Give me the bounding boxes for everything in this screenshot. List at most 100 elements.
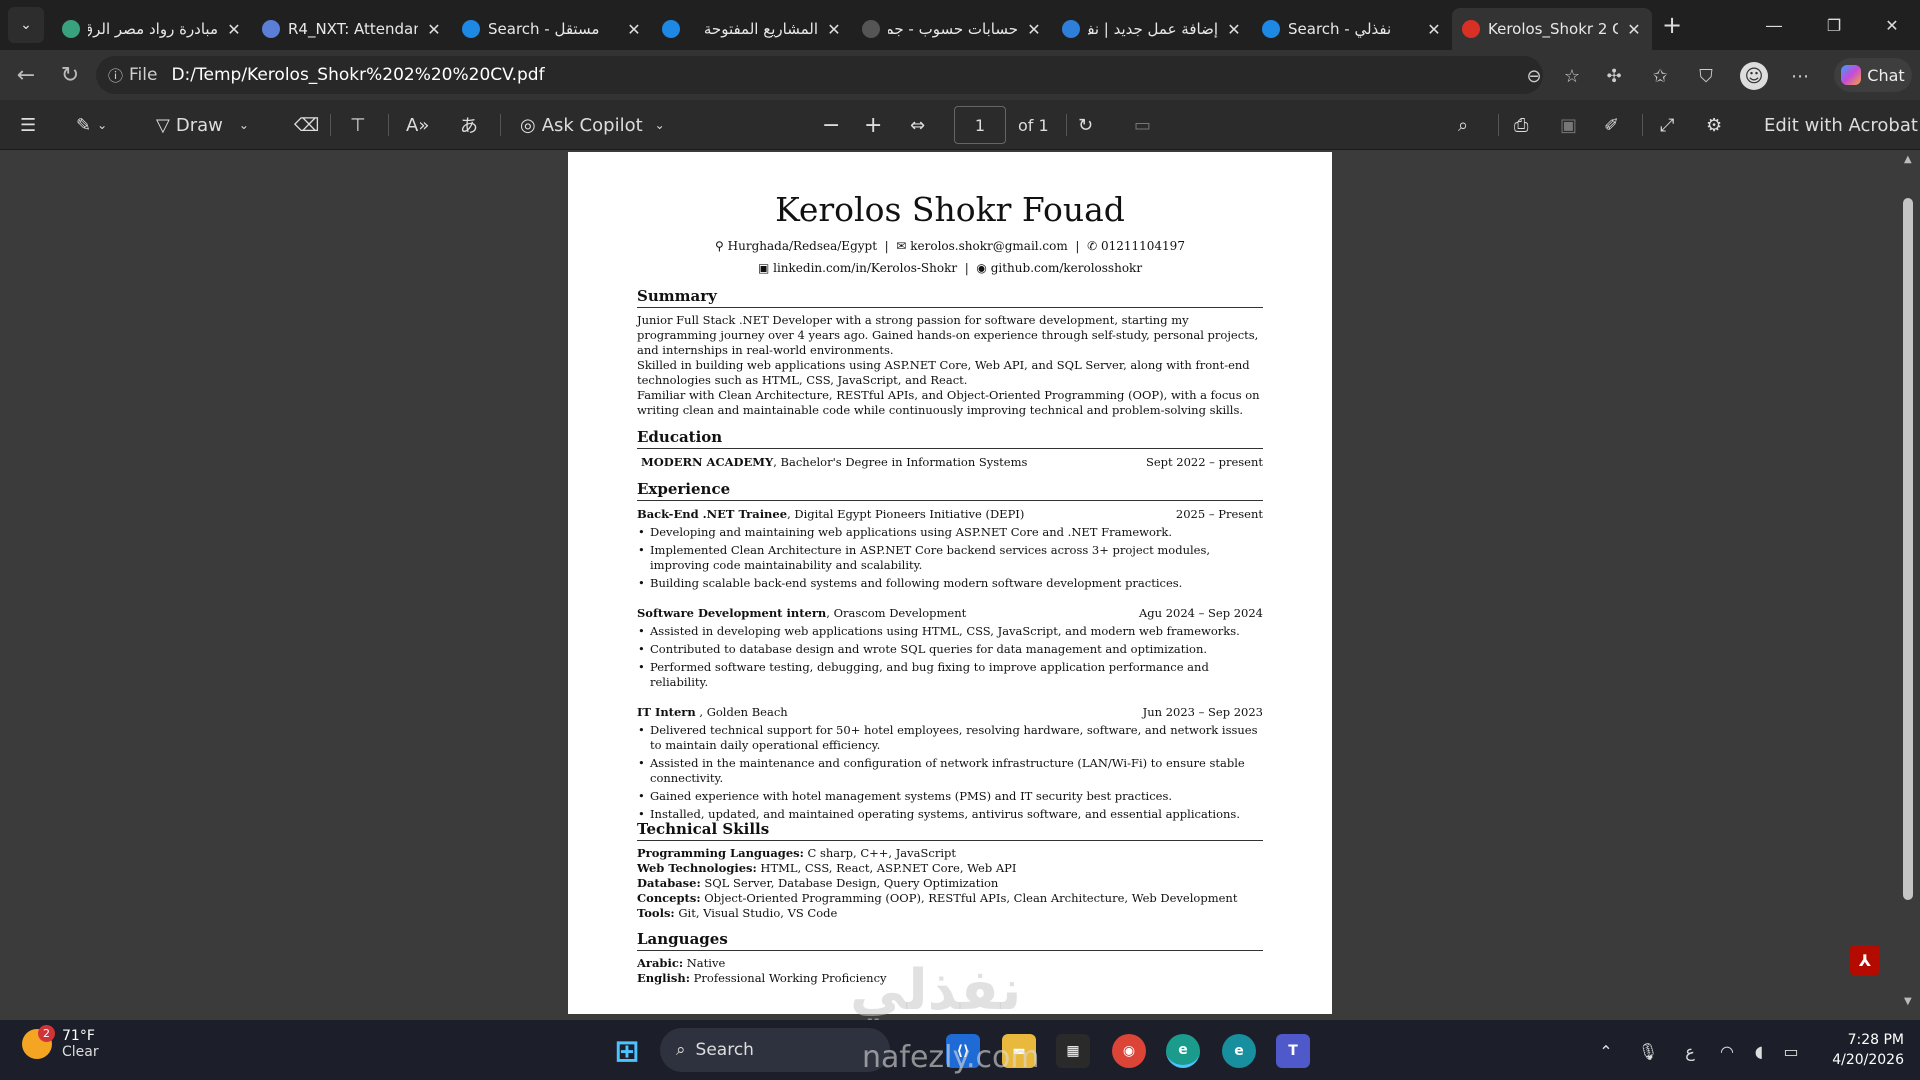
battery-icon[interactable]: ▭ [1774, 1042, 1808, 1061]
save-icon: ▣ [1560, 114, 1578, 136]
minimize-button[interactable]: ― [1744, 0, 1804, 50]
rotate-icon[interactable]: ↻ [1078, 110, 1093, 140]
contact-line-2: ▣ linkedin.com/in/Kerolos-Shokr | ◉ gith… [757, 261, 1143, 275]
ask-copilot-button[interactable]: ◎ Ask Copilot ⌄ [520, 110, 665, 140]
new-tab-button[interactable]: + [1652, 11, 1692, 39]
location-icon: ⚲ [715, 239, 724, 253]
chevron-down-icon[interactable]: ⌄ [239, 118, 249, 132]
watermark-latin: nafezly.com [862, 1040, 1040, 1075]
tab-5[interactable]: حسابات حسوب - جم ✕ [852, 8, 1052, 50]
chevron-down-icon[interactable]: ⌄ [655, 118, 665, 132]
tab-1[interactable]: مبادرة رواد مصر الرق ✕ [52, 8, 252, 50]
page-number-input[interactable]: 1 [954, 106, 1006, 144]
favorite-star-icon[interactable]: ☆ [1558, 62, 1586, 90]
tab-8[interactable]: Kerolos_Shokr 2 CV ✕ [1452, 8, 1652, 50]
job-org: , Digital Egypt Pioneers Initiative (DEP… [787, 507, 1025, 521]
refresh-button[interactable]: ↻ [48, 63, 92, 88]
favorites-icon[interactable]: ✩ [1646, 62, 1674, 90]
chrome-icon[interactable]: ◉ [1112, 1034, 1146, 1068]
tab-3[interactable]: Search - مستقل ✕ [452, 8, 652, 50]
show-hidden-icons-icon[interactable]: ⌃ [1586, 1042, 1626, 1061]
maximize-button[interactable]: ❐ [1804, 0, 1864, 50]
read-aloud-icon[interactable]: A» [406, 110, 429, 140]
microsoft-store-icon[interactable]: ▦ [1056, 1034, 1090, 1068]
email-icon: ✉ [896, 239, 907, 253]
extensions-icon[interactable]: ✣ [1600, 62, 1628, 90]
github-link[interactable]: github.com/kerolosshokr [991, 261, 1142, 275]
job-date: 2025 – Present [1175, 507, 1263, 521]
tab-actions-menu-button[interactable]: ⌄ [8, 7, 44, 43]
shield-icon[interactable]: ⛉ [1692, 62, 1720, 90]
print-icon[interactable]: ⎙ [1514, 110, 1528, 140]
tab-4[interactable]: المشاريع المفتوحة ✕ [652, 8, 852, 50]
microphone-icon[interactable]: 🎙 [1626, 1042, 1670, 1061]
windows-start-icon[interactable]: ⊞ [610, 1034, 644, 1069]
acrobat-icon[interactable]: ⅄ [1850, 945, 1880, 975]
search-icon[interactable]: ⌕ [1458, 110, 1468, 140]
job-header: IT Intern , Golden Beach Jun 2023 – Sep 2… [637, 704, 1263, 720]
fullscreen-icon[interactable]: ⤢ [1660, 110, 1674, 140]
pdf-page: Kerolos Shokr Fouad ⚲ Hurghada/Redsea/Eg… [568, 152, 1332, 1014]
contents-icon[interactable]: ☰ [20, 110, 36, 140]
skill-value: Git, Visual Studio, VS Code [674, 906, 838, 920]
tab-7[interactable]: Search - نفذلي ✕ [1252, 8, 1452, 50]
close-tab-icon[interactable]: ✕ [1626, 20, 1642, 39]
translate-icon[interactable]: あ [460, 110, 478, 140]
settings-icon[interactable]: ⚙ [1706, 110, 1722, 140]
education-section: Education MODERN ACADEMY, Bachelor's Deg… [637, 428, 1263, 470]
edge-icon[interactable]: e [1166, 1034, 1200, 1068]
close-tab-icon[interactable]: ✕ [1226, 20, 1242, 39]
scrollbar[interactable]: ▲ ▼ [1898, 150, 1920, 1020]
job-title: IT Intern , Golden Beach [637, 704, 788, 720]
copilot-chat-button[interactable]: Chat [1834, 58, 1912, 92]
scroll-up-icon[interactable]: ▲ [1904, 154, 1912, 165]
weather-temp: 71°F [62, 1028, 95, 1044]
eraser-icon[interactable]: ⌫ [294, 110, 319, 140]
close-tab-icon[interactable]: ✕ [1026, 20, 1042, 39]
volume-icon[interactable]: ◖ [1744, 1042, 1774, 1061]
wifi-icon[interactable]: ◠ [1710, 1042, 1744, 1061]
fit-to-width-icon[interactable]: ⇔ [910, 110, 925, 140]
contact-line-1: ⚲ Hurghada/Redsea/Egypt | ✉ kerolos.shok… [715, 239, 1185, 253]
back-button[interactable]: ← [4, 63, 48, 88]
close-window-button[interactable]: ✕ [1862, 0, 1920, 50]
scrollbar-thumb[interactable] [1903, 198, 1913, 900]
chat-label: Chat [1867, 65, 1905, 85]
close-tab-icon[interactable]: ✕ [426, 20, 442, 39]
close-tab-icon[interactable]: ✕ [626, 20, 642, 39]
taskbar-search[interactable]: ⌕ Search [660, 1028, 890, 1072]
linkedin-link[interactable]: linkedin.com/in/Kerolos-Shokr [773, 261, 957, 275]
teams-icon[interactable]: T [1276, 1034, 1310, 1068]
highlight-icon[interactable]: ✎ ⌄ [76, 110, 107, 140]
cv-name: Kerolos Shokr Fouad [775, 190, 1125, 229]
email[interactable]: kerolos.shokr@gmail.com [910, 239, 1068, 253]
draw-tool-button[interactable]: ▽ Draw ⌄ [156, 110, 249, 140]
profile-avatar[interactable]: ☺ [1740, 62, 1768, 90]
zoom-in-button[interactable]: + [864, 110, 882, 140]
close-tab-icon[interactable]: ✕ [826, 20, 842, 39]
info-icon[interactable]: ⓘ [108, 65, 123, 86]
close-tab-icon[interactable]: ✕ [226, 20, 242, 39]
section-title: Education [637, 428, 1263, 449]
save-as-icon[interactable]: ✐ [1604, 110, 1619, 140]
zoom-out-icon[interactable]: ⊖ [1520, 62, 1548, 90]
skill-key: Programming Languages: [637, 846, 804, 860]
job-header: Software Development intern, Orascom Dev… [637, 605, 1263, 621]
text-box-icon[interactable]: ⊤ [350, 110, 366, 140]
more-menu-icon[interactable]: ⋯ [1786, 62, 1814, 90]
input-language[interactable]: ع [1670, 1042, 1710, 1061]
edit-with-acrobat-button[interactable]: Edit with Acrobat [1764, 110, 1918, 140]
clock[interactable]: 7:28 PM 4/20/2026 [1820, 1030, 1904, 1070]
edge-beta-icon[interactable]: e [1222, 1034, 1256, 1068]
zoom-out-button[interactable]: − [822, 110, 840, 140]
skill-key: Tools: [637, 906, 675, 920]
close-tab-icon[interactable]: ✕ [1426, 20, 1442, 39]
scroll-down-icon[interactable]: ▼ [1904, 996, 1912, 1007]
url-text[interactable]: D:/Temp/Kerolos_Shokr%202%20%20CV.pdf [171, 65, 544, 85]
tab-6[interactable]: إضافة عمل جديد | نف ✕ [1052, 8, 1252, 50]
phone-icon: ✆ [1087, 239, 1098, 253]
address-bar[interactable]: ⓘ File D:/Temp/Kerolos_Shokr%202%20%20CV… [96, 56, 1543, 94]
weather-widget[interactable]: 2 71°F Clear [22, 1025, 99, 1060]
tab-2[interactable]: R4_NXT: Attendanc ✕ [252, 8, 452, 50]
weather-desc: Clear [62, 1044, 99, 1060]
